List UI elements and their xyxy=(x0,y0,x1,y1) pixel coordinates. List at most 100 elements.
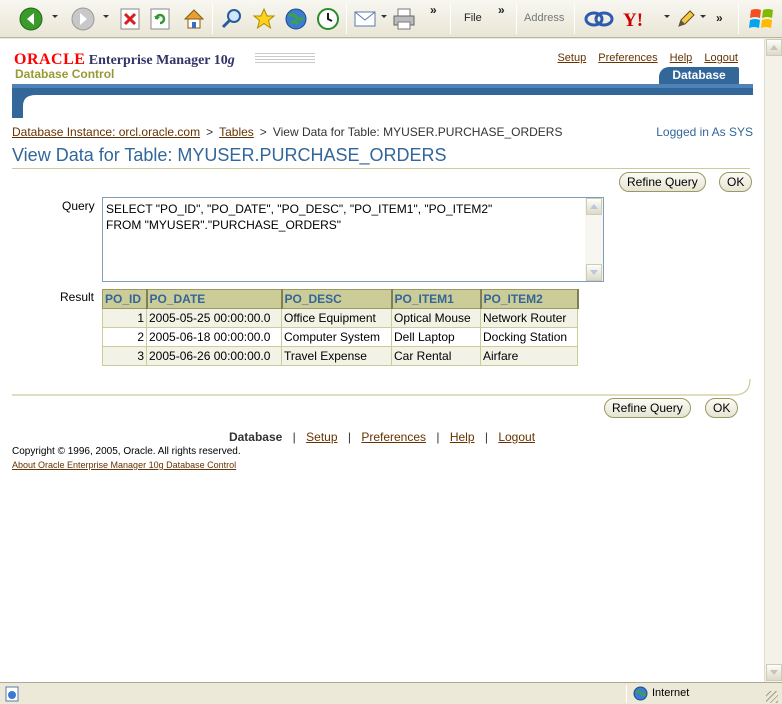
forward-arrow-icon xyxy=(71,7,95,31)
status-bar: Internet xyxy=(0,682,782,704)
printer-icon xyxy=(393,8,415,30)
page-scroll-down-button[interactable] xyxy=(766,664,782,681)
table-cell: 2005-05-25 00:00:00.0 xyxy=(146,308,282,328)
mail-dropdown-icon[interactable] xyxy=(381,15,387,18)
query-textarea[interactable]: SELECT "PO_ID", "PO_DATE", "PO_DESC", "P… xyxy=(102,197,604,282)
global-link-logout[interactable]: Logout xyxy=(704,52,738,64)
resize-grip[interactable] xyxy=(766,691,778,703)
table-cell: Docking Station xyxy=(480,327,578,347)
footer-link-logout[interactable]: Logout xyxy=(498,430,535,444)
toolbar-overflow-1[interactable]: » xyxy=(430,3,437,17)
table-cell: Optical Mouse xyxy=(391,308,481,328)
file-menu[interactable]: File xyxy=(464,12,482,24)
chevron-up-icon xyxy=(590,204,598,209)
table-header-row: PO_ID PO_DATE PO_DESC PO_ITEM1 PO_ITEM2 xyxy=(102,289,579,309)
footer-link-preferences[interactable]: Preferences xyxy=(361,430,426,444)
breadcrumb-current: View Data for Table: MYUSER.PURCHASE_ORD… xyxy=(272,125,563,139)
global-link-preferences[interactable]: Preferences xyxy=(598,52,657,64)
logged-in-status: Logged in As SYS xyxy=(656,125,753,139)
global-link-setup[interactable]: Setup xyxy=(557,52,586,64)
mail-icon xyxy=(354,11,376,27)
table-cell: 2 xyxy=(102,327,147,347)
table-cell: Travel Expense xyxy=(281,346,392,366)
stop-icon xyxy=(120,8,140,30)
chevron-down-icon xyxy=(590,270,598,275)
refine-query-button-bottom[interactable]: Refine Query xyxy=(604,398,691,418)
refresh-button[interactable] xyxy=(148,6,172,32)
search-icon xyxy=(221,9,241,29)
browser-toolbar: » File » Address Y! » xyxy=(0,0,782,38)
home-button[interactable] xyxy=(180,6,208,32)
address-label[interactable]: Address xyxy=(524,12,564,24)
about-link[interactable]: About Oracle Enterprise Manager 10g Data… xyxy=(12,460,236,470)
chevron-up-icon xyxy=(770,45,778,50)
internet-zone-icon xyxy=(633,686,648,701)
ok-button-bottom[interactable]: OK xyxy=(705,398,739,418)
media-button[interactable] xyxy=(282,6,310,32)
table-cell: 2005-06-18 00:00:00.0 xyxy=(146,327,282,347)
footer-link-setup[interactable]: Setup xyxy=(306,430,337,444)
global-link-help[interactable]: Help xyxy=(670,52,693,64)
favorites-button[interactable] xyxy=(250,6,278,32)
yahoo-button[interactable]: Y! xyxy=(622,6,656,32)
highlight-button[interactable] xyxy=(674,6,698,32)
product-subtitle: Database Control xyxy=(15,67,115,81)
yahoo-logo-icon: Y! xyxy=(623,10,643,30)
history-icon xyxy=(317,8,339,30)
breadcrumb-tables[interactable]: Tables xyxy=(219,125,254,139)
back-dropdown-icon[interactable] xyxy=(52,15,58,18)
table-cell: Car Rental xyxy=(391,346,481,366)
highlight-dropdown-icon[interactable] xyxy=(700,15,706,18)
table-cell: Airfare xyxy=(480,346,578,366)
windows-logo xyxy=(746,6,778,32)
ok-button[interactable]: OK xyxy=(719,172,753,192)
title-divider xyxy=(12,168,750,169)
chain-icon xyxy=(584,11,614,27)
page-viewport: ORACLE Enterprise Manager 10g Database C… xyxy=(0,39,764,682)
table-row: 2 2005-06-18 00:00:00.0 Computer System … xyxy=(102,327,578,347)
table-cell: 2005-06-26 00:00:00.0 xyxy=(146,346,282,366)
stop-button[interactable] xyxy=(118,6,142,32)
product-title: Enterprise Manager 10g xyxy=(88,53,235,68)
table-cell: Computer System xyxy=(281,327,392,347)
back-button[interactable] xyxy=(18,6,44,32)
footer-link-help[interactable]: Help xyxy=(450,430,475,444)
header-tab-bar xyxy=(12,84,753,118)
print-button[interactable] xyxy=(390,6,418,32)
chevron-down-icon xyxy=(770,670,778,675)
column-header-po-date: PO_DATE xyxy=(146,289,283,309)
back-arrow-icon xyxy=(19,7,43,31)
mail-button[interactable] xyxy=(352,6,380,32)
oracle-logo: ORACLE xyxy=(14,51,86,68)
query-scroll-up-button[interactable] xyxy=(586,198,602,215)
global-links: Setup Preferences Help Logout xyxy=(548,52,738,64)
page-done-icon xyxy=(5,686,19,702)
search-button[interactable] xyxy=(218,6,246,32)
column-header-po-item2: PO_ITEM2 xyxy=(480,289,579,309)
history-button[interactable] xyxy=(314,6,342,32)
column-header-po-desc: PO_DESC xyxy=(281,289,393,309)
footer-divider xyxy=(12,378,751,396)
refine-query-button[interactable]: Refine Query xyxy=(619,172,706,192)
internet-zone-label: Internet xyxy=(652,687,690,699)
forward-dropdown-icon[interactable] xyxy=(103,15,109,18)
query-scrollbar[interactable] xyxy=(585,198,603,281)
breadcrumb: Database Instance: orcl.oracle.com > Table… xyxy=(12,125,563,139)
yahoo-dropdown-icon[interactable] xyxy=(664,15,670,18)
page-scrollbar[interactable] xyxy=(764,39,782,682)
result-table: PO_ID PO_DATE PO_DESC PO_ITEM1 PO_ITEM2 … xyxy=(102,289,579,366)
forward-button[interactable] xyxy=(70,6,96,32)
tab-database[interactable]: Database xyxy=(659,67,739,84)
page-scroll-up-button[interactable] xyxy=(766,39,782,56)
table-row: 1 2005-05-25 00:00:00.0 Office Equipment… xyxy=(102,308,578,328)
query-label: Query xyxy=(62,199,95,213)
toolbar-overflow-2[interactable]: » xyxy=(498,3,505,17)
pencil-icon xyxy=(678,10,695,27)
svg-text:Y!: Y! xyxy=(623,10,643,30)
toolbar-overflow-3[interactable]: » xyxy=(716,11,723,25)
query-scroll-down-button[interactable] xyxy=(586,264,602,281)
toolbar-addon-button[interactable] xyxy=(582,6,616,32)
breadcrumb-database-instance[interactable]: Database Instance: orcl.oracle.com xyxy=(12,125,200,139)
star-icon xyxy=(252,7,276,30)
table-row: 3 2005-06-26 00:00:00.0 Travel Expense C… xyxy=(102,346,578,366)
